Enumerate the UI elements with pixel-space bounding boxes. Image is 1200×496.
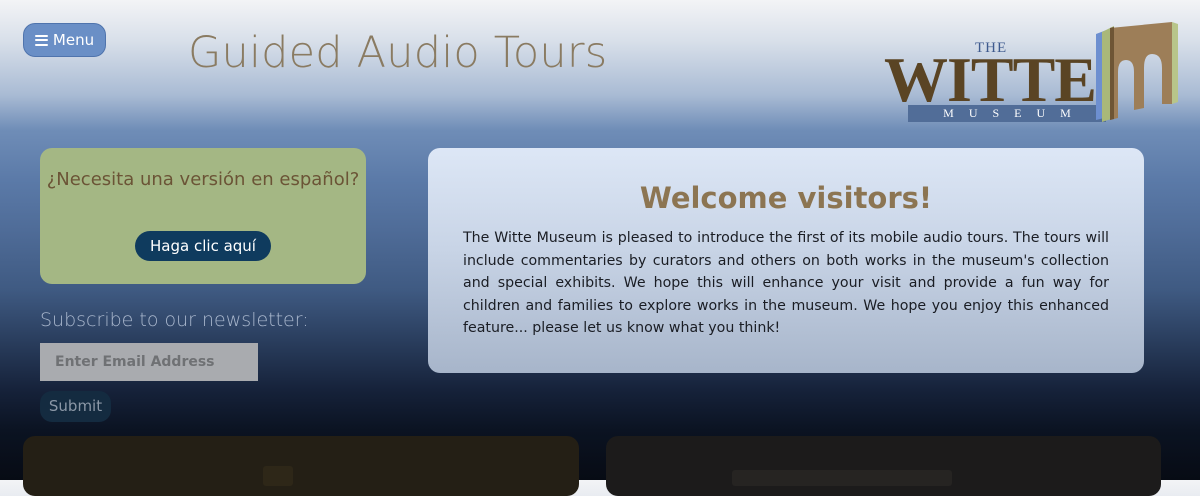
page-title: Guided Audio Tours <box>188 28 608 78</box>
tour-card-image <box>732 470 952 486</box>
welcome-body: The Witte Museum is pleased to introduce… <box>463 230 1109 336</box>
arch-facade-icon <box>1096 22 1178 122</box>
tour-card-image <box>263 466 293 486</box>
newsletter-label: Subscribe to our newsletter: <box>40 309 309 331</box>
hamburger-icon <box>34 34 48 46</box>
tour-card-left[interactable] <box>23 436 579 496</box>
spanish-version-card: ¿Necesita una versión en español? Haga c… <box>40 148 366 284</box>
logo-museum-text: MUSEUM <box>943 106 1086 120</box>
email-field[interactable] <box>40 343 258 381</box>
tour-card-right[interactable] <box>606 436 1161 496</box>
menu-button[interactable]: Menu <box>23 23 106 57</box>
spanish-click-here-button[interactable]: Haga clic aquí <box>135 231 271 261</box>
logo-witte-text: WITTE <box>884 44 1097 115</box>
welcome-card: Welcome visitors! The Witte Museum is pl… <box>428 148 1144 373</box>
welcome-heading: Welcome visitors! <box>639 181 933 215</box>
witte-museum-logo[interactable]: THE WITTE MUSEUM <box>880 16 1180 126</box>
submit-button[interactable]: Submit <box>40 391 111 422</box>
spanish-question: ¿Necesita una versión en español? <box>46 169 360 190</box>
menu-label: Menu <box>52 31 95 49</box>
